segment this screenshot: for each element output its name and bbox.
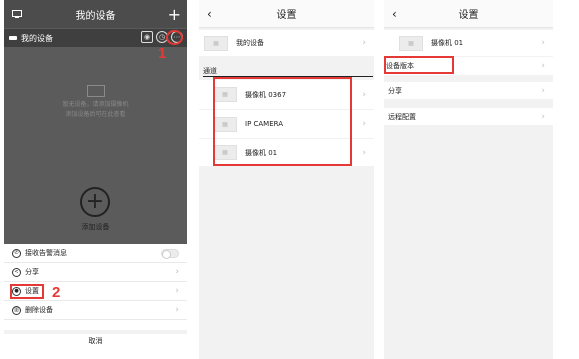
snapshot-icon[interactable]: ◉ <box>141 31 153 43</box>
sheet-item-delete[interactable]: ▥ 删除设备 › <box>4 301 187 320</box>
camera-settings-navbar: ‹ 设置 <box>384 0 553 28</box>
sheet-item-label: 接收告警消息 <box>25 249 67 257</box>
callout-number-2: 2 <box>52 284 61 301</box>
sheet-item-label: 分享 <box>25 268 39 276</box>
share-label: 分享 <box>388 86 402 95</box>
add-device-label: 添加设备 <box>81 223 110 231</box>
empty-camera-icon <box>86 85 105 97</box>
device-name: 我的设备 <box>236 39 264 47</box>
add-icon[interactable]: + <box>168 0 181 28</box>
add-device-button[interactable]: + <box>80 187 110 217</box>
device-list-screen: 我的设备 + 我的设备 ◉ ◷ ⋯ 1 暂无设备，请添加摄像机 添加设备后可在此… <box>4 0 187 359</box>
device-name: 我的设备 <box>21 33 53 43</box>
chevron-right-icon: › <box>541 38 545 48</box>
camera-row[interactable]: ▦ 摄像机 01 › <box>384 30 553 56</box>
camera-settings-screen: ‹ 设置 ▦ 摄像机 01 › 设备版本 › 分享 › 远程配置 › <box>384 0 553 359</box>
empty-line-1: 暂无设备，请添加摄像机 <box>62 101 129 108</box>
alarm-toggle[interactable] <box>161 249 179 259</box>
remote-config-label: 远程配置 <box>388 112 416 121</box>
channels-section-label: 通道 <box>203 67 217 75</box>
highlight-channel-list <box>213 77 352 166</box>
cancel-button[interactable]: 取消 <box>4 330 187 348</box>
trash-icon: ▥ <box>12 305 21 315</box>
chevron-right-icon: › <box>541 111 545 122</box>
sheet-item-receive-alarm[interactable]: ✆ 接收告警消息 <box>4 244 187 263</box>
chevron-right-icon: › <box>362 38 366 48</box>
page-title: 我的设备 <box>75 10 116 22</box>
device-grid-icon[interactable] <box>12 0 22 28</box>
camera-thumbnail: ▦ <box>399 35 423 51</box>
sheet-item-label: 删除设备 <box>25 306 53 314</box>
bell-icon: ✆ <box>12 248 21 258</box>
back-chevron-icon[interactable]: ‹ <box>392 0 397 28</box>
remote-config-row[interactable]: 远程配置 › <box>384 108 553 125</box>
device-row[interactable]: ▦ 我的设备 › <box>199 30 374 56</box>
highlight-more-icon <box>166 30 183 45</box>
chevron-right-icon: › <box>175 286 179 296</box>
share-row[interactable]: 分享 › <box>384 82 553 99</box>
empty-line-2: 添加设备后可在此查看 <box>65 111 126 118</box>
chevron-right-icon: › <box>362 89 366 100</box>
device-list-navbar: 我的设备 + <box>4 0 187 28</box>
highlight-settings <box>10 284 44 299</box>
chevron-right-icon: › <box>541 85 545 96</box>
chevron-right-icon: › <box>175 267 179 277</box>
share-icon: < <box>12 267 21 277</box>
highlight-device-version <box>384 56 454 74</box>
chevron-right-icon: › <box>541 61 545 71</box>
back-chevron-icon[interactable]: ‹ <box>207 0 212 28</box>
callout-number-1: 1 <box>158 45 167 62</box>
page-title: 设置 <box>276 10 297 21</box>
chevron-right-icon: › <box>362 147 366 158</box>
device-thumbnail: ▦ <box>204 35 228 51</box>
sheet-item-share[interactable]: < 分享 › <box>4 263 187 282</box>
empty-state: 暂无设备，请添加摄像机 添加设备后可在此查看 <box>4 85 187 120</box>
cancel-label: 取消 <box>88 337 103 345</box>
camera-name: 摄像机 01 <box>431 39 464 47</box>
settings-screen: ‹ 设置 ▦ 我的设备 › 通道 ▦ 摄像机 0367 › ▦ IP CAMER… <box>199 0 374 359</box>
chevron-right-icon: › <box>362 119 366 129</box>
chevron-right-icon: › <box>175 305 179 315</box>
action-sheet: ✆ 接收告警消息 < 分享 › ● 设置 › ▥ 删除设备 › 取消 <box>4 244 187 359</box>
camera-mini-icon <box>9 36 17 40</box>
settings-navbar: ‹ 设置 <box>199 0 374 28</box>
page-title: 设置 <box>458 10 479 21</box>
